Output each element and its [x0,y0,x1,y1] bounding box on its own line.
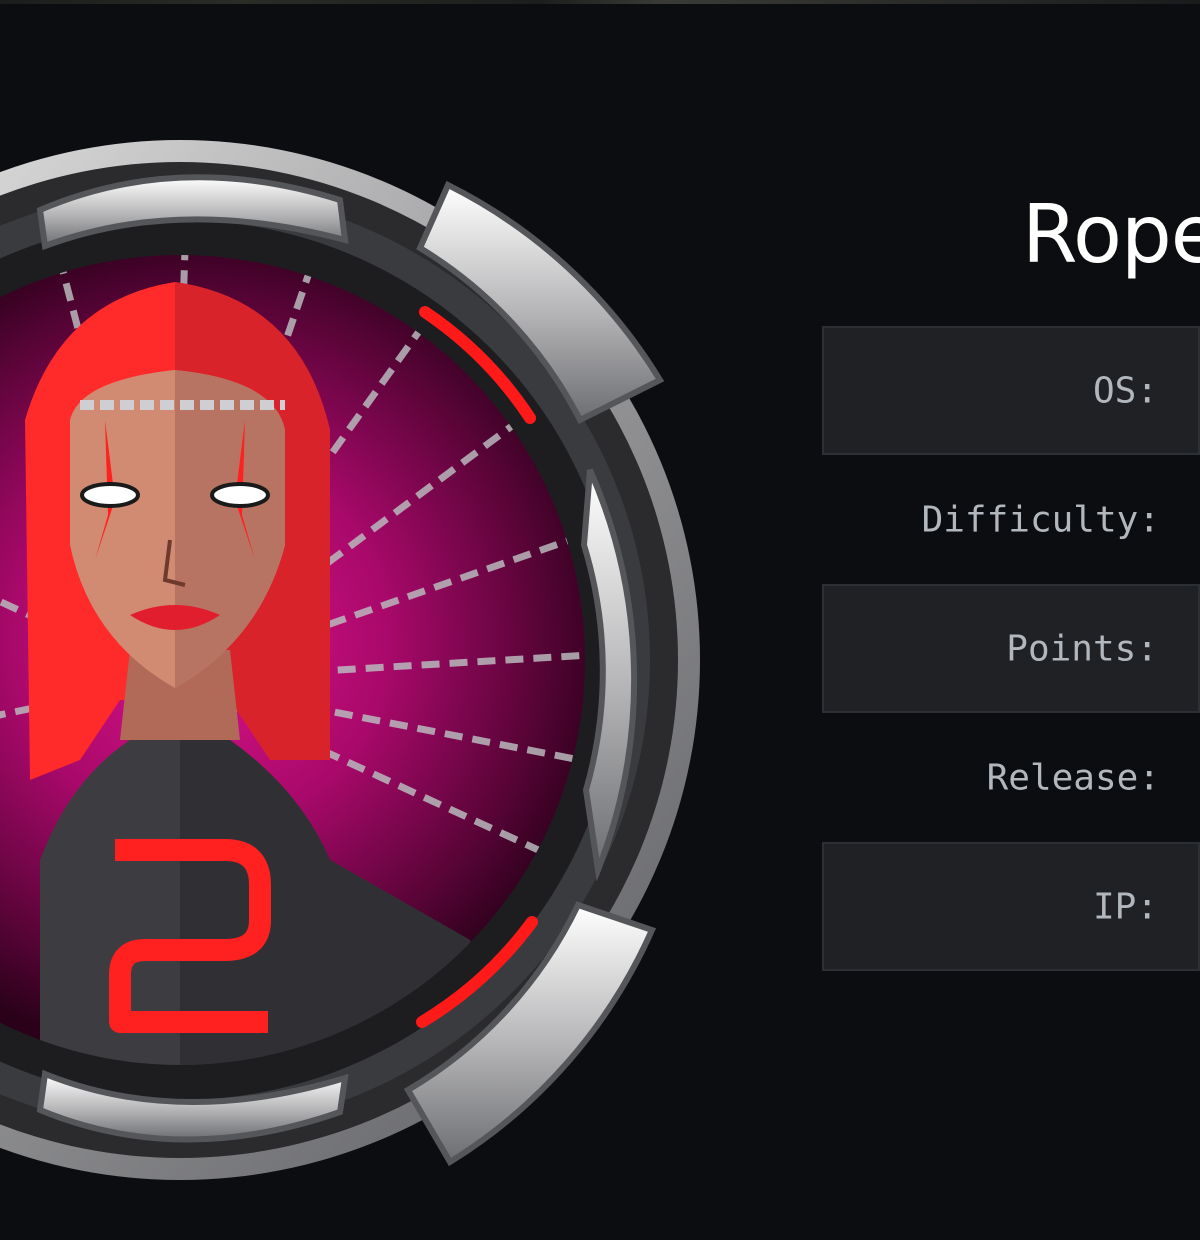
machine-name: Rope [1022,188,1200,281]
machine-info-table: OS: Difficulty: Points: Release: IP: [822,326,1200,971]
os-label: OS: [1092,370,1158,411]
left-eye [80,482,140,508]
ip-label: IP: [1092,886,1158,927]
machine-info-page: Rope OS: Difficulty: Points: Release: IP… [0,0,1200,1240]
release-label: Release: [986,757,1160,798]
info-row-points: Points: [822,584,1200,713]
right-eye [210,482,270,508]
machine-avatar-icon [0,140,700,1180]
info-row-os: OS: [822,326,1200,455]
info-row-ip: IP: [822,842,1200,971]
info-row-difficulty: Difficulty: [822,455,1200,584]
info-row-release: Release: [822,713,1200,842]
points-label: Points: [1006,628,1158,669]
difficulty-label: Difficulty: [921,499,1160,540]
